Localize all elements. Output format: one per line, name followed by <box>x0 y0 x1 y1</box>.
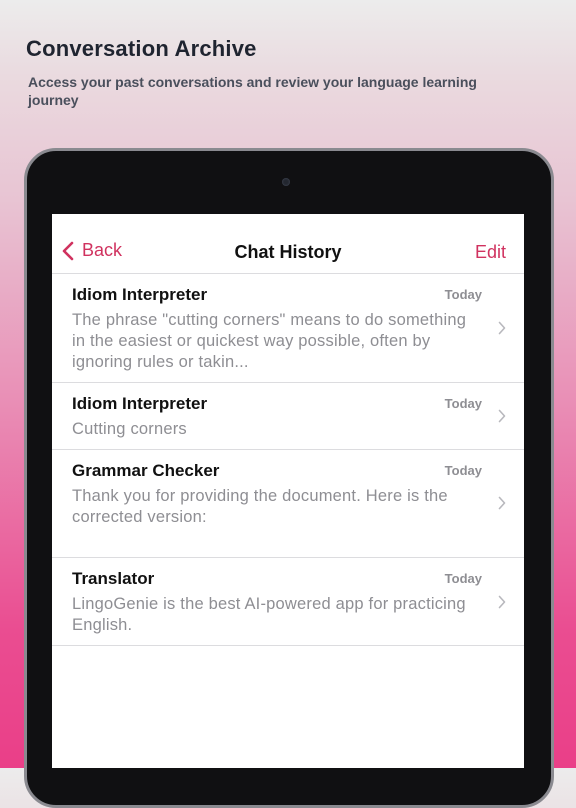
chat-date: Today <box>444 463 482 478</box>
edit-button[interactable]: Edit <box>475 242 506 263</box>
chat-name: Translator <box>72 569 155 588</box>
chat-name: Idiom Interpreter <box>72 394 208 413</box>
promo-title: Conversation Archive <box>26 36 257 61</box>
chat-preview: Cutting corners <box>72 420 187 438</box>
chat-row[interactable]: Translator Today LingoGenie is the best … <box>52 558 524 646</box>
navigation-bar: Back Chat History Edit <box>52 214 524 274</box>
chat-preview: LingoGenie is the best AI-powered app fo… <box>72 595 466 634</box>
page-title: Chat History <box>234 242 342 262</box>
chat-date: Today <box>444 287 482 302</box>
chat-row[interactable]: Grammar Checker Today Thank you for prov… <box>52 450 524 558</box>
chat-row[interactable]: Idiom Interpreter Today The phrase "cutt… <box>52 274 524 383</box>
chat-name: Idiom Interpreter <box>72 285 208 304</box>
app-screen: Back Chat History Edit Idiom Interpreter… <box>52 214 524 768</box>
chat-date: Today <box>444 571 482 586</box>
chevron-right-icon <box>498 595 506 609</box>
chevron-right-icon <box>498 496 506 510</box>
chevron-right-icon <box>498 321 506 335</box>
chat-preview: Thank you for providing the document. He… <box>72 487 448 526</box>
chevron-right-icon <box>498 409 506 423</box>
camera-dot <box>282 178 290 186</box>
chat-preview: The phrase "cutting corners" means to do… <box>72 311 467 371</box>
chat-name: Grammar Checker <box>72 461 220 480</box>
promo-subtitle: Access your past conversations and revie… <box>28 74 477 108</box>
chat-row[interactable]: Idiom Interpreter Today Cutting corners <box>52 383 524 450</box>
chat-date: Today <box>444 396 482 411</box>
